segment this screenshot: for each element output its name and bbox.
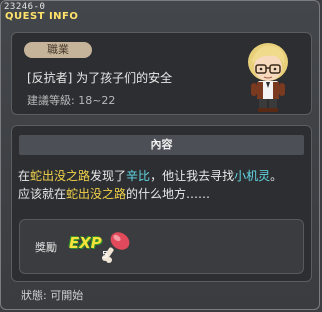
- desc-text: 应该就在: [18, 187, 67, 201]
- desc-text: 发现了: [90, 169, 127, 183]
- npc-avatar: [248, 43, 288, 112]
- reward-box: 獎勵 EXP 5: [19, 219, 304, 274]
- quest-name: [反抗者] 为了孩子们的安全: [27, 71, 173, 85]
- content-header: 內容: [19, 135, 304, 155]
- desc-text: 在: [18, 169, 31, 183]
- window-title: QUEST INFO: [5, 11, 79, 22]
- recommended-level: 建議等級: 18~22: [27, 94, 116, 107]
- item-count: 5: [102, 250, 109, 261]
- exp-icon: EXP: [69, 234, 102, 252]
- desc-text: 。: [270, 169, 283, 183]
- target-name: 小机灵: [234, 169, 271, 183]
- quest-description: 在蛇出没之路发现了辛比，他让我去寻找小机灵。 应该就在蛇出没之路的什么地方……: [18, 167, 310, 203]
- quest-status: 狀態: 可開始: [21, 289, 84, 302]
- quest-info-window: 23246-0 QUEST INFO 職業 [反抗者] 为了孩子们的安全 建議等…: [0, 0, 320, 310]
- place-link: 蛇出没之路: [30, 169, 91, 183]
- quest-content-panel: 內容 在蛇出没之路发现了辛比，他让我去寻找小机灵。 应该就在蛇出没之路的什么地方……: [11, 125, 312, 282]
- desc-text: ，他让我去寻找: [150, 169, 235, 183]
- npc-name: 辛比: [126, 169, 151, 183]
- quest-summary-panel: 職業 [反抗者] 为了孩子们的安全 建議等級: 18~22: [11, 32, 312, 115]
- place-link: 蛇出没之路: [66, 187, 127, 201]
- desc-text: 的什么地方……: [126, 187, 211, 201]
- reward-label: 獎勵: [35, 241, 57, 254]
- category-badge: 職業: [24, 42, 92, 58]
